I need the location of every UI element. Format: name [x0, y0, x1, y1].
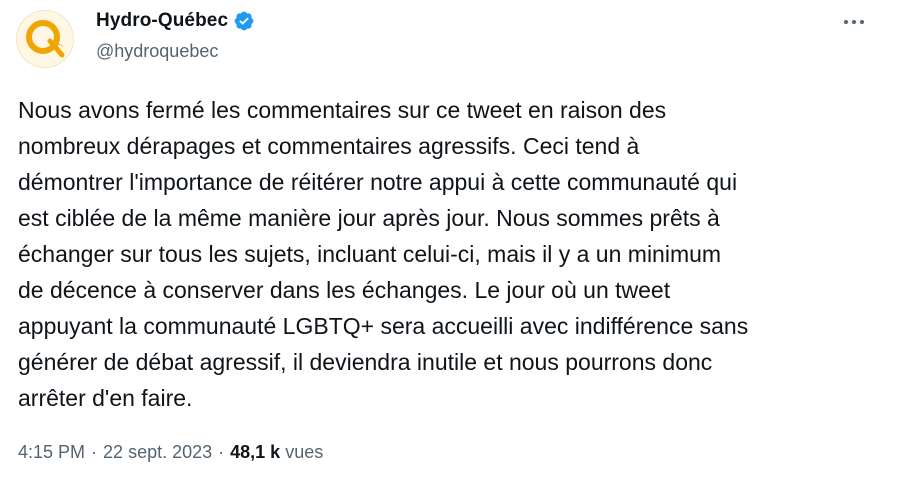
tweet-line: de décence à conserver dans les échanges… [18, 277, 671, 303]
tweet-text: Nous avons fermé les commentaires sur ce… [18, 92, 878, 416]
verified-badge-icon[interactable] [233, 10, 255, 32]
tweet-line: Nous avons fermé les commentaires sur ce… [18, 97, 667, 123]
meta-separator: · [218, 442, 225, 462]
avatar[interactable] [16, 10, 74, 68]
tweet-card: Hydro-Québec @hydroquebec Nous avons fer… [0, 0, 914, 496]
tweet-line: appuyant la communauté LGBTQ+ sera accue… [18, 313, 749, 339]
tweet-line: générer de débat agressif, il deviendra … [18, 349, 713, 375]
tweet-line: nombreux dérapages et commentaires agres… [18, 133, 640, 159]
hydro-quebec-logo-icon [26, 20, 65, 58]
tweet-line: est ciblée de la même manière jour après… [18, 205, 720, 231]
tweet-date[interactable]: 22 sept. 2023 [103, 442, 212, 463]
tweet-line: arrêter d'en faire. [18, 385, 193, 411]
tweet-line: échanger sur tous les sujets, incluant c… [18, 241, 722, 267]
meta-separator: · [91, 442, 98, 462]
handle[interactable]: @hydroquebec [96, 41, 255, 62]
tweet-time[interactable]: 4:15 PM [18, 442, 85, 463]
author-info: Hydro-Québec @hydroquebec [96, 8, 255, 62]
tweet-line: démontrer l'importance de réitérer notre… [18, 169, 738, 195]
more-options-icon[interactable] [840, 10, 868, 34]
tweet-meta: 4:15 PM · 22 sept. 2023 · 48,1 k vues [18, 442, 323, 463]
views-label[interactable]: vues [285, 442, 323, 463]
display-name[interactable]: Hydro-Québec [96, 10, 228, 32]
top-divider [0, 0, 914, 3]
views-count[interactable]: 48,1 k [230, 442, 280, 463]
